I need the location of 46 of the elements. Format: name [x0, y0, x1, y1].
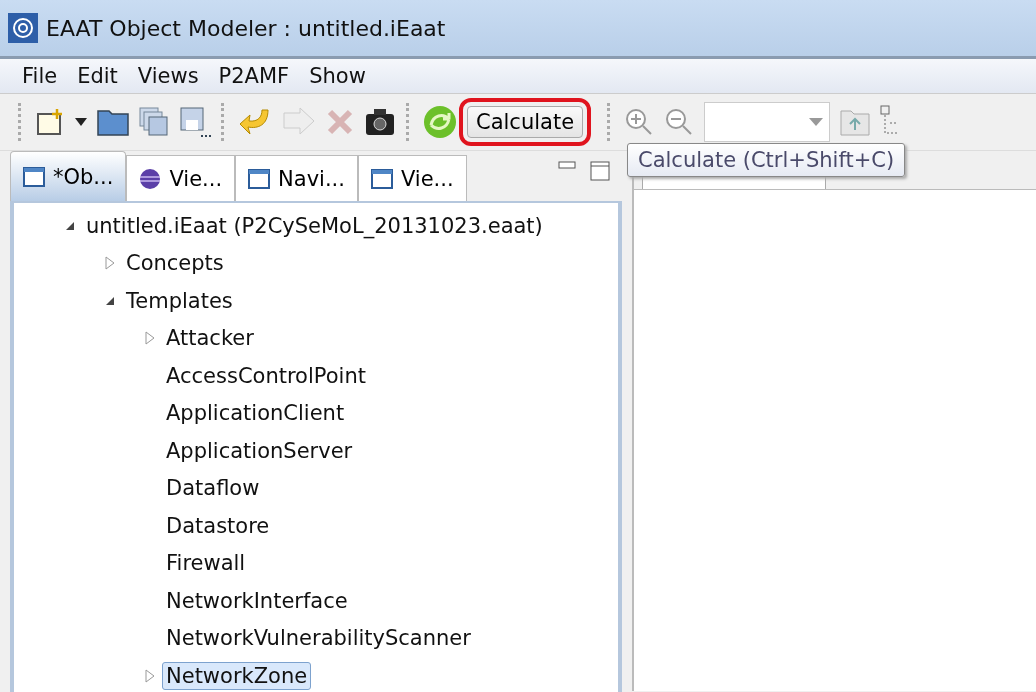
view-tab[interactable]: Vie...: [357, 155, 467, 201]
menu-item[interactable]: File: [22, 64, 58, 88]
window-icon: [248, 168, 271, 189]
tree-item[interactable]: untitled.iEaat (P2CySeMoL_20131023.eaat): [82, 211, 547, 240]
tree-item[interactable]: Concepts: [122, 249, 228, 278]
tree-item[interactable]: NetworkInterface: [162, 586, 352, 615]
app-icon: [8, 13, 38, 43]
tree-item[interactable]: Firewall: [162, 549, 250, 578]
menu-item[interactable]: Edit: [77, 64, 118, 88]
save-all-icon[interactable]: [139, 107, 169, 137]
tree-item[interactable]: Attacker: [162, 324, 258, 353]
view-tab[interactable]: *Ob...: [10, 151, 127, 201]
tree-item[interactable]: Datastore: [162, 511, 274, 540]
menu-item[interactable]: Show: [309, 64, 366, 88]
refresh-arrows-icon[interactable]: [423, 105, 457, 139]
tree-item[interactable]: AccessControlPoint: [162, 361, 370, 390]
window-icon: [370, 168, 393, 189]
globe-icon: [139, 167, 162, 190]
new-file-icon[interactable]: [35, 107, 65, 137]
window-title: EAAT Object Modeler : untitled.iEaat: [46, 15, 446, 41]
zoom-combo-box[interactable]: [704, 102, 831, 142]
folder-up-icon[interactable]: [840, 108, 871, 136]
tree-item[interactable]: ApplicationClient: [162, 399, 349, 428]
minimize-icon[interactable]: [558, 161, 576, 169]
folder-icon[interactable]: [97, 108, 129, 136]
save-as-icon[interactable]: [179, 106, 211, 138]
view-tab[interactable]: Navi...: [235, 155, 358, 201]
camera-icon[interactable]: [364, 107, 396, 137]
tree-item[interactable]: NetworkZone: [162, 661, 312, 690]
maximize-icon[interactable]: [590, 161, 610, 181]
window-icon: [23, 166, 45, 187]
menu-item[interactable]: P2AMF: [218, 64, 290, 88]
undo-arrow-icon[interactable]: [238, 107, 272, 137]
tree-item[interactable]: ApplicationServer: [162, 436, 357, 465]
tree-item[interactable]: Templates: [122, 286, 237, 315]
tooltip: Calculate (Ctrl+Shift+C): [627, 143, 906, 177]
tree-item[interactable]: Dataflow: [162, 474, 264, 503]
tree-item[interactable]: NetworkVulnerabilityScanner: [162, 624, 475, 653]
view-tab[interactable]: Vie...: [126, 155, 236, 201]
dropdown-arrow-icon[interactable]: [75, 118, 87, 126]
expand-arrow-icon[interactable]: [144, 331, 156, 346]
expand-arrow-icon[interactable]: [144, 668, 156, 683]
menu-item[interactable]: Views: [137, 64, 199, 88]
redo-arrow-icon: [282, 107, 316, 137]
delete-icon: [326, 108, 354, 136]
expand-arrow-icon[interactable]: [104, 256, 116, 271]
